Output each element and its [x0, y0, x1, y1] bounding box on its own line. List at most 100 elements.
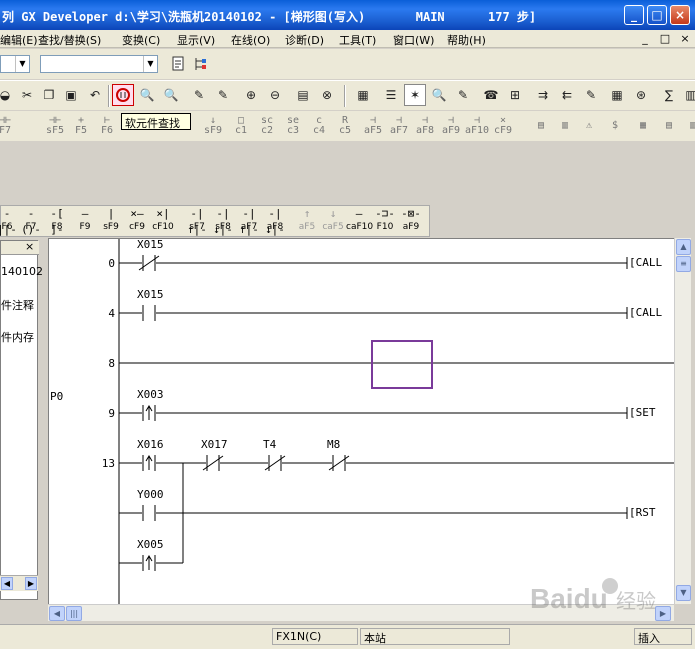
function-key-button[interactable]: se c3 [280, 113, 306, 139]
cut-icon[interactable]: ✂ [16, 84, 38, 106]
ladder-key-sf9[interactable]: | sF9 [98, 206, 124, 234]
menu-find-replace[interactable]: 查找/替换(S) [38, 32, 101, 48]
scroll-left-icon[interactable]: ◀ [49, 606, 65, 621]
mdi-close-button[interactable]: × [675, 30, 695, 48]
menu-online[interactable]: 在线(O) [231, 32, 270, 48]
function-key-button[interactable]: + F5 [68, 113, 94, 139]
scroll-thumb[interactable]: ≡ [676, 256, 691, 272]
mdi-restore-button[interactable]: □ [655, 30, 675, 48]
device-search-icon[interactable] [112, 84, 134, 106]
diagnose-icon[interactable]: ⊛ [630, 84, 652, 106]
memory-icon[interactable]: ▥ [552, 113, 578, 139]
menu-help[interactable]: 帮助(H) [447, 32, 486, 48]
zoom-in-icon[interactable]: ⊕ [240, 84, 262, 106]
function-key-button[interactable]: ⊣ aF9 [438, 113, 464, 139]
ladder-key-sf7[interactable]: -|↑|- sF7 [184, 206, 210, 236]
comment-edit-icon[interactable]: ✎ [452, 84, 474, 106]
menu-tools[interactable]: 工具(T) [339, 32, 376, 48]
project-item[interactable]: 140102 [1, 265, 43, 278]
read-plc-icon[interactable]: ⇇ [556, 84, 578, 106]
error-icon[interactable]: ⚠ [576, 113, 602, 139]
function-key-button[interactable]: ⊣ aF5 [360, 113, 386, 139]
table-small-icon[interactable]: ▥ [680, 113, 695, 139]
options-icon[interactable]: ▥ [680, 84, 695, 106]
menu-window[interactable]: 窗口(W) [393, 32, 434, 48]
grid-small-icon[interactable]: ▦ [630, 113, 656, 139]
function-key-button[interactable]: ⊣ aF8 [412, 113, 438, 139]
function-key-button[interactable]: c c4 [306, 113, 332, 139]
function-key-button[interactable]: ⊣⊢ F7 [0, 113, 18, 139]
zoom-out-icon[interactable]: ⊖ [264, 84, 286, 106]
ladder-editor[interactable]: P0 0 X015 [CALL 4 X015 [CALL 8 9 X003 [SET 13 X016 X0… [48, 238, 675, 605]
ladder-key-glyph: ↓ [329, 207, 337, 220]
close-icon[interactable]: × [25, 240, 37, 253]
tree-icon[interactable] [190, 53, 212, 75]
ladder-key-f7[interactable]: -()- F7 [18, 206, 44, 236]
list-small-icon[interactable]: ▤ [656, 113, 682, 139]
menu-edit[interactable]: 编辑(E) [0, 32, 38, 48]
close-button[interactable]: × [670, 5, 690, 25]
function-key-button[interactable]: ⊣ aF10 [464, 113, 490, 139]
ladder-key-af5[interactable]: ↑ aF5 [294, 206, 320, 234]
scroll-up-icon[interactable]: ▲ [676, 239, 691, 255]
scroll-thumb[interactable]: ||| [66, 606, 82, 621]
function-key-button[interactable]: × cF9 [490, 113, 516, 139]
ladder-key-caf10[interactable]: — caF10 [346, 206, 373, 234]
monitor-stop-icon[interactable]: ⊞ [504, 84, 526, 106]
monitor-icon[interactable]: ▤ [292, 84, 314, 106]
verify-icon[interactable]: ✎ [580, 84, 602, 106]
ladder-key-f9[interactable]: — F9 [72, 206, 98, 234]
project-hscroll[interactable]: ◀ ▶ [0, 575, 38, 591]
grid-icon[interactable]: ▦ [606, 84, 628, 106]
function-key-button[interactable]: ↓ sF9 [200, 113, 226, 139]
cross-ref-icon[interactable]: ⊗ [316, 84, 338, 106]
ladder-key-f10[interactable]: -⊐- F10 [372, 206, 398, 234]
project-item[interactable]: 件内存 [1, 329, 34, 345]
sfc-icon[interactable]: $ [602, 113, 628, 139]
scroll-left-icon[interactable]: ◀ [1, 577, 13, 590]
ladder-key-cf9[interactable]: ×— cF9 [124, 206, 150, 234]
menu-view[interactable]: 显示(V) [177, 32, 215, 48]
ladder-key-af8[interactable]: -|↓|- aF8 [262, 206, 288, 236]
paste-icon[interactable]: ▣ [60, 84, 82, 106]
ladder-read-icon[interactable]: 🔍 [428, 84, 450, 106]
scroll-right-icon[interactable]: ▶ [25, 577, 37, 590]
ladder-write-icon[interactable]: ✶ [404, 84, 426, 106]
step-search-icon[interactable]: 🔍 [160, 84, 182, 106]
monitor-start-icon[interactable]: ☎ [480, 84, 502, 106]
function-key-button[interactable]: ⊢ F6 [94, 113, 120, 139]
replace-instruction-icon[interactable]: ✎ [212, 84, 234, 106]
function-key-button[interactable]: sc c2 [254, 113, 280, 139]
function-key-button[interactable]: ⊣⊢ sF5 [42, 113, 68, 139]
combo-device[interactable]: ▼ [40, 55, 158, 73]
maximize-button[interactable]: □ [647, 5, 667, 25]
parameter-icon[interactable]: ∑ [658, 84, 680, 106]
ladder-key-sf8[interactable]: -|↓|- sF8 [210, 206, 236, 236]
write-plc-icon[interactable]: ⇉ [532, 84, 554, 106]
register-icon[interactable]: ▤ [528, 113, 554, 139]
mdi-minimize-button[interactable]: _ [635, 30, 655, 48]
ladder-key-f8[interactable]: -[ ]- F8 [44, 206, 70, 236]
instruction-search-icon[interactable]: 🔍 [136, 84, 158, 106]
ladder-key-af7[interactable]: -|↑|- aF7 [236, 206, 262, 236]
function-key-button[interactable]: □ c1 [228, 113, 254, 139]
document-icon[interactable] [167, 53, 189, 75]
menu-convert[interactable]: 变换(C) [122, 32, 160, 48]
ladder-view-icon[interactable]: ☰ [380, 84, 402, 106]
ladder-key-af9[interactable]: -⊠- aF9 [398, 206, 424, 234]
device-list-icon[interactable]: ▦ [352, 84, 374, 106]
replace-device-icon[interactable]: ✎ [188, 84, 210, 106]
copy-icon[interactable]: ❐ [38, 84, 60, 106]
minimize-button[interactable]: _ [624, 5, 644, 25]
menu-diagnose[interactable]: 诊断(D) [285, 32, 324, 48]
project-item[interactable]: 件注释 [1, 297, 34, 313]
undo-icon[interactable]: ↶ [84, 84, 106, 106]
ladder-key-f6[interactable]: -||- F6 [0, 206, 20, 236]
ladder-key-cf10[interactable]: ×| cF10 [150, 206, 176, 234]
ladder-vscroll[interactable]: ▲ ≡ ▼ [674, 238, 691, 604]
combo-project[interactable]: ▼ [0, 55, 30, 73]
open-icon[interactable]: ◒ [0, 84, 16, 106]
function-key-button[interactable]: Rc5 [332, 113, 358, 139]
function-key-button[interactable]: ⊣ aF7 [386, 113, 412, 139]
ladder-key-caf5[interactable]: ↓ caF5 [320, 206, 346, 234]
